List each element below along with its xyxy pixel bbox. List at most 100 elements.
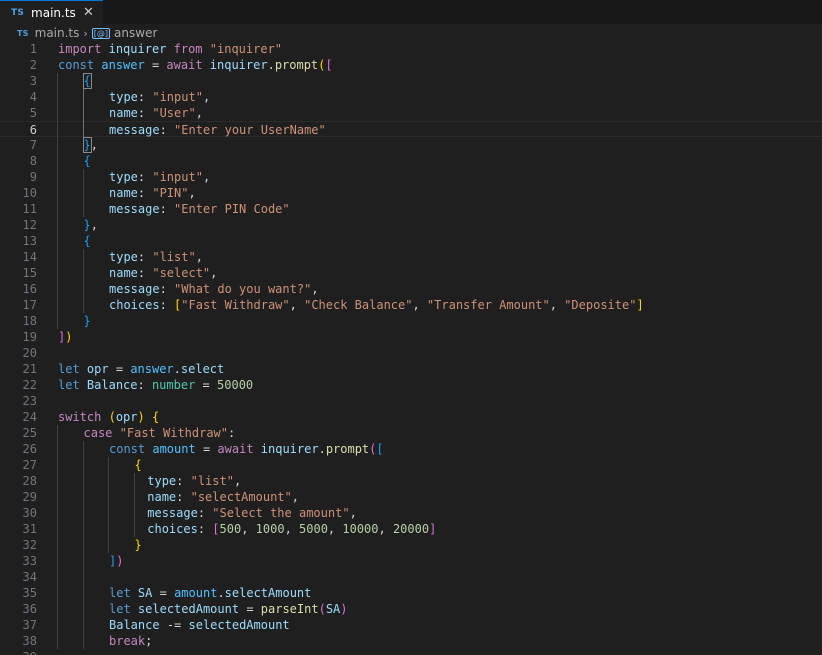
code-line[interactable]: 25 case "Fast Withdraw": xyxy=(0,425,822,441)
code-token: : xyxy=(137,90,153,104)
line-number: 9 xyxy=(29,170,37,184)
tab-main-ts[interactable]: TS main.ts ✕ xyxy=(0,0,103,24)
code-text: let selectedAmount = parseInt(SA) xyxy=(109,601,348,617)
code-line[interactable]: 15 name: "select", xyxy=(0,265,822,281)
code-line[interactable]: 32} xyxy=(0,537,822,553)
code-text: } xyxy=(135,537,142,553)
code-token: switch xyxy=(58,410,102,424)
code-token: const xyxy=(109,442,146,456)
code-token: } xyxy=(83,314,91,328)
breadcrumb-symbol[interactable]: answer xyxy=(114,26,157,40)
indent-guide xyxy=(82,249,84,313)
code-line[interactable]: 24 switch (opr) { xyxy=(0,409,822,425)
code-line[interactable]: 17 choices: ["Fast Withdraw", "Check Bala… xyxy=(0,297,822,313)
line-number: 7 xyxy=(29,138,37,152)
code-token: } xyxy=(134,538,142,552)
code-line[interactable]: 4 type: "input", xyxy=(0,89,822,105)
code-line[interactable]: 36 let selectedAmount = parseInt(SA) xyxy=(0,601,822,617)
code-text: choices: ["Fast Withdraw", "Check Balanc… xyxy=(109,297,644,313)
code-line[interactable]: 33]) xyxy=(0,553,822,569)
code-token: ] xyxy=(636,298,644,312)
code-editor[interactable]: 1 import inquirer from "inquirer" 2 const a… xyxy=(0,40,822,655)
code-token: : xyxy=(159,282,175,296)
code-line[interactable]: 3{ xyxy=(0,73,822,89)
code-token: 1000 xyxy=(255,522,285,536)
code-line[interactable]: 30 message: "Select the amount", xyxy=(0,505,822,521)
code-line[interactable]: 26 const amount = await inquirer.prompt([ xyxy=(0,441,822,457)
code-line[interactable]: 29 name: "selectAmount", xyxy=(0,489,822,505)
code-token: let xyxy=(58,362,80,376)
code-line[interactable]: 9 type: "input", xyxy=(0,169,822,185)
line-number: 26 xyxy=(22,442,37,456)
code-token: from xyxy=(173,42,203,56)
code-line[interactable]: 23 xyxy=(0,393,822,409)
code-line[interactable]: 35 let SA = amount.selectAmount xyxy=(0,585,822,601)
code-token: "list" xyxy=(152,250,196,264)
code-token: , xyxy=(412,298,427,312)
code-token: { xyxy=(83,154,91,168)
code-line[interactable]: 14 type: "list", xyxy=(0,249,822,265)
code-line[interactable]: 31 choices: [500, 1000, 5000, 10000, 2000… xyxy=(0,521,822,537)
code-line[interactable]: 39 xyxy=(0,649,822,655)
code-line[interactable]: 27 { xyxy=(0,457,822,473)
code-token: const xyxy=(58,58,95,72)
code-line[interactable]: 19]) xyxy=(0,329,822,345)
code-token: "input" xyxy=(152,90,203,104)
code-token: SA xyxy=(137,586,153,600)
code-line[interactable]: 6 message: "Enter your UserName" xyxy=(0,121,822,137)
code-token: message xyxy=(109,123,160,137)
code-token: , xyxy=(284,522,300,536)
code-line[interactable]: 2 const answer = await inquirer.prompt([ xyxy=(0,57,822,73)
code-token: amount xyxy=(152,442,196,456)
code-text: { xyxy=(84,233,91,249)
code-line[interactable]: 22 let Balance: number = 50000 xyxy=(0,377,822,393)
code-text: type: "list", xyxy=(147,473,241,489)
code-token: , xyxy=(202,170,211,184)
code-token: ( xyxy=(108,410,116,424)
indent-guide xyxy=(108,457,109,553)
code-token: "Fast Withdraw" xyxy=(181,298,290,312)
close-icon[interactable]: ✕ xyxy=(82,6,95,19)
code-token: name xyxy=(109,106,138,120)
code-line[interactable]: 28 type: "list", xyxy=(0,473,822,489)
code-line[interactable]: 12}, xyxy=(0,217,822,233)
code-line[interactable]: 5 name: "User", xyxy=(0,105,822,121)
code-line[interactable]: 1 import inquirer from "inquirer" xyxy=(0,41,822,57)
code-token: : xyxy=(137,170,153,184)
code-line[interactable]: 13 { xyxy=(0,233,822,249)
code-line[interactable]: 37 Balance -= selectedAmount xyxy=(0,617,822,633)
code-token: "inquirer" xyxy=(209,42,283,56)
code-token: : xyxy=(197,506,213,520)
code-line[interactable]: 10 name: "PIN", xyxy=(0,185,822,201)
code-token: inquirer xyxy=(108,42,167,56)
code-token: } xyxy=(83,218,91,232)
code-token: , xyxy=(291,490,299,504)
code-token: : xyxy=(159,298,175,312)
line-number: 19 xyxy=(22,330,37,344)
code-token: : xyxy=(197,522,213,536)
code-line[interactable]: 34 xyxy=(0,569,822,585)
breadcrumb-file[interactable]: main.ts xyxy=(35,26,80,40)
code-token: , xyxy=(90,218,98,232)
code-token: , xyxy=(549,298,565,312)
code-line[interactable]: 7}, xyxy=(0,137,822,153)
code-token: , xyxy=(90,138,98,152)
typescript-file-icon: TS xyxy=(17,28,29,38)
code-line[interactable]: 18} xyxy=(0,313,822,329)
code-line[interactable]: 21 let opr = answer.select xyxy=(0,361,822,377)
code-token: type xyxy=(147,474,177,488)
code-line[interactable]: 16 message: "What do you want?", xyxy=(0,281,822,297)
code-text: message: "Enter your UserName" xyxy=(109,122,326,138)
code-line[interactable]: 11 message: "Enter PIN Code" xyxy=(0,201,822,217)
code-text: let opr = answer.select xyxy=(58,361,224,377)
code-token: : xyxy=(176,490,191,504)
code-line[interactable]: 8{ xyxy=(0,153,822,169)
code-line[interactable]: 20 xyxy=(0,345,822,361)
code-text: message: "Enter PIN Code" xyxy=(109,201,290,217)
code-line[interactable]: 38 break; xyxy=(0,633,822,649)
